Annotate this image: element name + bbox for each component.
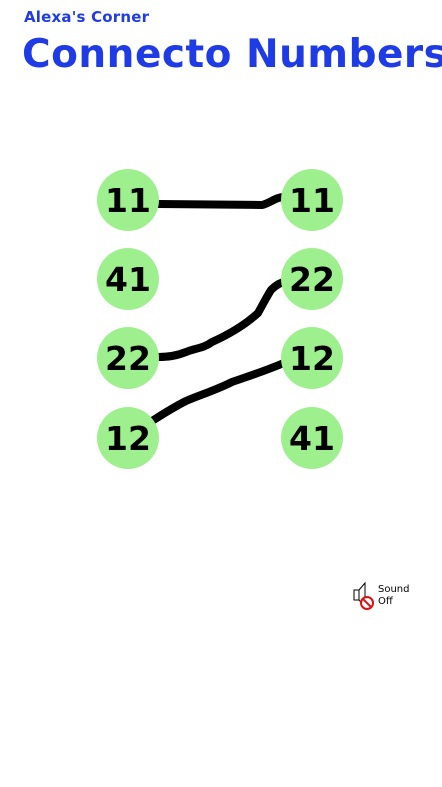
connection-line-12-12	[148, 358, 290, 425]
right-number-circle[interactable]: 12	[281, 327, 343, 389]
connection-line-22-22	[154, 277, 291, 361]
sound-label-line1: Sound	[378, 584, 410, 595]
connection-lines	[148, 193, 291, 425]
left-number-circle[interactable]: 11	[97, 169, 159, 231]
right-number-circle[interactable]: 41	[281, 407, 343, 469]
sound-label: Sound Off	[378, 584, 410, 608]
left-number-circle[interactable]: 41	[97, 248, 159, 310]
left-number-circle[interactable]: 22	[97, 327, 159, 389]
right-number-circle[interactable]: 22	[281, 248, 343, 310]
sound-label-line2: Off	[378, 596, 393, 607]
sound-toggle-button[interactable]: Sound Off	[352, 578, 422, 614]
game-board: 11 41 22 12 11 22 12 41	[0, 0, 442, 787]
right-number-circle[interactable]: 11	[281, 169, 343, 231]
left-number-circle[interactable]: 12	[97, 407, 159, 469]
speaker-muted-icon	[352, 578, 378, 614]
connection-line-11-11	[154, 193, 288, 209]
